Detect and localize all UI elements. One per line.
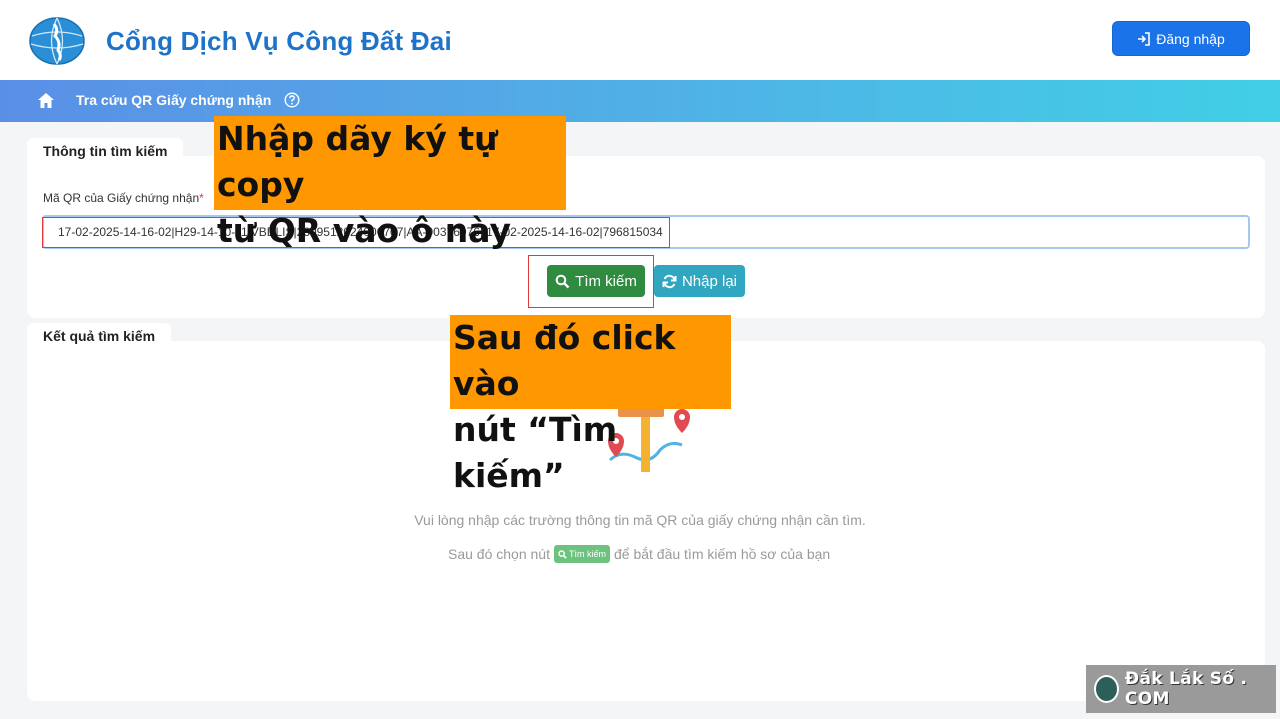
empty-state-line1: Vui lòng nhập các trường thông tin mã QR… (414, 512, 866, 528)
watermark-text: Đắk Lắk Số . COM (1124, 669, 1248, 709)
search-section-title: Thông tin tìm kiếm (27, 138, 184, 164)
empty-line2-prefix: Sau đó chọn nút (448, 546, 550, 562)
callout2-line1: Sau đó click vào (453, 318, 676, 403)
required-mark: * (199, 191, 204, 205)
nav-item-qr-lookup[interactable]: Tra cứu QR Giấy chứng nhận (76, 92, 271, 108)
empty-state-line2: Sau đó chọn nút Tìm kiếm để bắt đầu tìm … (448, 545, 830, 563)
site-title[interactable]: Cổng Dịch Vụ Công Đất Đai (106, 26, 452, 57)
callout2-line2: nút “Tìm kiếm” (453, 410, 618, 495)
reset-button[interactable]: Nhập lại (654, 265, 745, 297)
callout1-line1: Nhập dãy ký tự copy (217, 119, 498, 204)
results-section-title: Kết quả tìm kiếm (27, 323, 172, 349)
search-button[interactable]: Tìm kiếm (547, 265, 645, 297)
reset-button-label: Nhập lại (681, 272, 738, 290)
qr-field-label-text: Mã QR của Giấy chứng nhận (43, 191, 200, 205)
instruction-callout-input: Nhập dãy ký tự copy từ QR vào ô này (214, 116, 566, 250)
help-icon[interactable] (284, 92, 300, 108)
search-button-label: Tìm kiếm (575, 272, 637, 290)
instruction-callout-button: Sau đó click vào nút “Tìm kiếm” (450, 315, 731, 495)
watermark-logo-icon (1094, 675, 1119, 703)
search-icon (555, 274, 570, 288)
empty-line2-suffix: để bắt đầu tìm kiếm hồ sơ của bạn (613, 546, 831, 562)
sign-in-icon (1138, 31, 1151, 46)
refresh-icon (662, 274, 677, 288)
qr-field-label: Mã QR của Giấy chứng nhận* (43, 191, 204, 205)
home-icon[interactable] (37, 92, 55, 109)
login-button[interactable]: Đăng nhập (1112, 21, 1250, 56)
inline-search-badge: Tìm kiếm (553, 545, 610, 563)
callout1-line2: từ QR vào ô này (217, 211, 512, 250)
globe-logo-icon[interactable] (28, 16, 86, 66)
inline-search-label: Tìm kiếm (568, 549, 606, 559)
inline-search-icon (558, 549, 567, 559)
watermark: Đắk Lắk Số . COM (1086, 665, 1276, 713)
login-label: Đăng nhập (1156, 30, 1225, 47)
